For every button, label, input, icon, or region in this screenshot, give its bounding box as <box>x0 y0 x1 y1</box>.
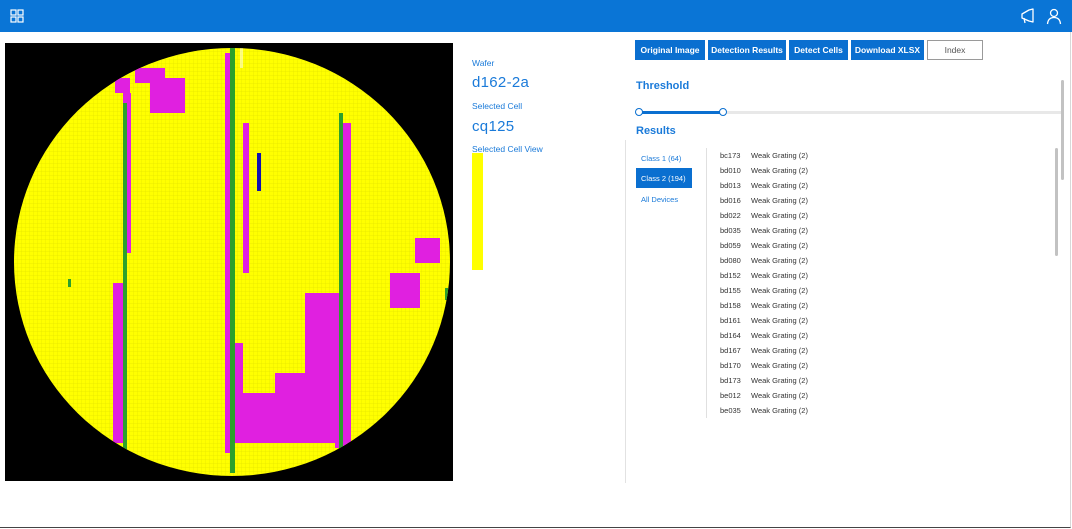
class-item-2[interactable]: Class 2 (194) <box>636 168 692 188</box>
device-class: Weak Grating (2) <box>751 166 808 175</box>
device-class: Weak Grating (2) <box>751 211 808 220</box>
list-item[interactable]: bd022 Weak Grating (2) <box>707 208 1047 223</box>
detection-results-button[interactable]: Detection Results <box>708 40 786 60</box>
device-id: bd080 <box>720 256 741 265</box>
device-id: bd035 <box>720 226 741 235</box>
selected-cell-label: Selected Cell <box>472 101 523 111</box>
detect-cells-button[interactable]: Detect Cells <box>789 40 848 60</box>
threshold-slider-fill <box>639 111 724 114</box>
apps-grid-icon[interactable] <box>10 9 24 23</box>
panel-divider <box>625 140 626 483</box>
list-item[interactable]: bd059 Weak Grating (2) <box>707 238 1047 253</box>
list-item[interactable]: bd016 Weak Grating (2) <box>707 193 1047 208</box>
device-class: Weak Grating (2) <box>751 346 808 355</box>
wafer-map-svg <box>5 43 453 481</box>
device-id: bd152 <box>720 271 741 280</box>
list-item[interactable]: bd035 Weak Grating (2) <box>707 223 1047 238</box>
wafer-value: d162-2a <box>472 74 530 91</box>
original-image-button[interactable]: Original Image <box>635 40 705 60</box>
list-item[interactable]: bc173 Weak Grating (2) <box>707 148 1047 163</box>
device-class: Weak Grating (2) <box>751 391 808 400</box>
index-button[interactable]: Index <box>927 40 983 60</box>
device-class: Weak Grating (2) <box>751 361 808 370</box>
title-bar <box>0 0 1072 32</box>
device-id: bd010 <box>720 166 741 175</box>
results-title: Results <box>636 125 676 137</box>
selected-cell-view <box>472 153 483 270</box>
device-id: bd013 <box>720 181 741 190</box>
list-item[interactable]: bd010 Weak Grating (2) <box>707 163 1047 178</box>
list-item[interactable]: bd158 Weak Grating (2) <box>707 298 1047 313</box>
device-class: Weak Grating (2) <box>751 271 808 280</box>
device-class: Weak Grating (2) <box>751 226 808 235</box>
device-class: Weak Grating (2) <box>751 286 808 295</box>
list-item[interactable]: bd164 Weak Grating (2) <box>707 328 1047 343</box>
list-item[interactable]: bd152 Weak Grating (2) <box>707 268 1047 283</box>
device-class: Weak Grating (2) <box>751 406 808 415</box>
class-item-all-devices[interactable]: All Devices <box>636 189 692 209</box>
device-class: Weak Grating (2) <box>751 316 808 325</box>
list-item[interactable]: bd080 Weak Grating (2) <box>707 253 1047 268</box>
device-id: be012 <box>720 391 741 400</box>
device-id: bd161 <box>720 316 741 325</box>
device-id: bd155 <box>720 286 741 295</box>
results-scrollbar[interactable] <box>1055 148 1058 256</box>
device-id: bd167 <box>720 346 741 355</box>
class-item-1[interactable]: Class 1 (64) <box>636 148 692 168</box>
device-class: Weak Grating (2) <box>751 241 808 250</box>
device-id: bd173 <box>720 376 741 385</box>
device-id: be035 <box>720 406 741 415</box>
device-id: bd016 <box>720 196 741 205</box>
device-class: Weak Grating (2) <box>751 376 808 385</box>
device-id: bd170 <box>720 361 741 370</box>
list-item[interactable]: bd161 Weak Grating (2) <box>707 313 1047 328</box>
device-id: bd059 <box>720 241 741 250</box>
device-class: Weak Grating (2) <box>751 331 808 340</box>
threshold-title: Threshold <box>636 80 690 92</box>
device-id: bd164 <box>720 331 741 340</box>
device-class: Weak Grating (2) <box>751 301 808 310</box>
list-item[interactable]: bd167 Weak Grating (2) <box>707 343 1047 358</box>
device-class: Weak Grating (2) <box>751 256 808 265</box>
download-xlsx-button[interactable]: Download XLSX <box>851 40 924 60</box>
panel-scrollbar[interactable] <box>1061 80 1064 180</box>
results-list: bc173 Weak Grating (2) bd010 Weak Grating (… <box>706 148 1056 418</box>
megaphone-icon[interactable] <box>1019 7 1037 25</box>
threshold-slider-low-handle[interactable] <box>635 108 643 116</box>
list-item[interactable]: be035 Weak Grating (2) <box>707 403 1047 418</box>
list-item[interactable]: bd155 Weak Grating (2) <box>707 283 1047 298</box>
user-icon[interactable] <box>1045 7 1063 25</box>
list-item[interactable]: bd170 Weak Grating (2) <box>707 358 1047 373</box>
device-class: Weak Grating (2) <box>751 151 808 160</box>
device-id: bc173 <box>720 151 741 160</box>
device-class: Weak Grating (2) <box>751 181 808 190</box>
list-item[interactable]: be012 Weak Grating (2) <box>707 388 1047 403</box>
device-id: bd022 <box>720 211 741 220</box>
device-class: Weak Grating (2) <box>751 196 808 205</box>
wafer-label: Wafer <box>472 58 495 68</box>
selected-cell-value: cq125 <box>472 118 515 135</box>
device-id: bd158 <box>720 301 741 310</box>
list-item[interactable]: bd013 Weak Grating (2) <box>707 178 1047 193</box>
wafer-map[interactable] <box>5 43 453 481</box>
list-item[interactable]: bd173 Weak Grating (2) <box>707 373 1047 388</box>
